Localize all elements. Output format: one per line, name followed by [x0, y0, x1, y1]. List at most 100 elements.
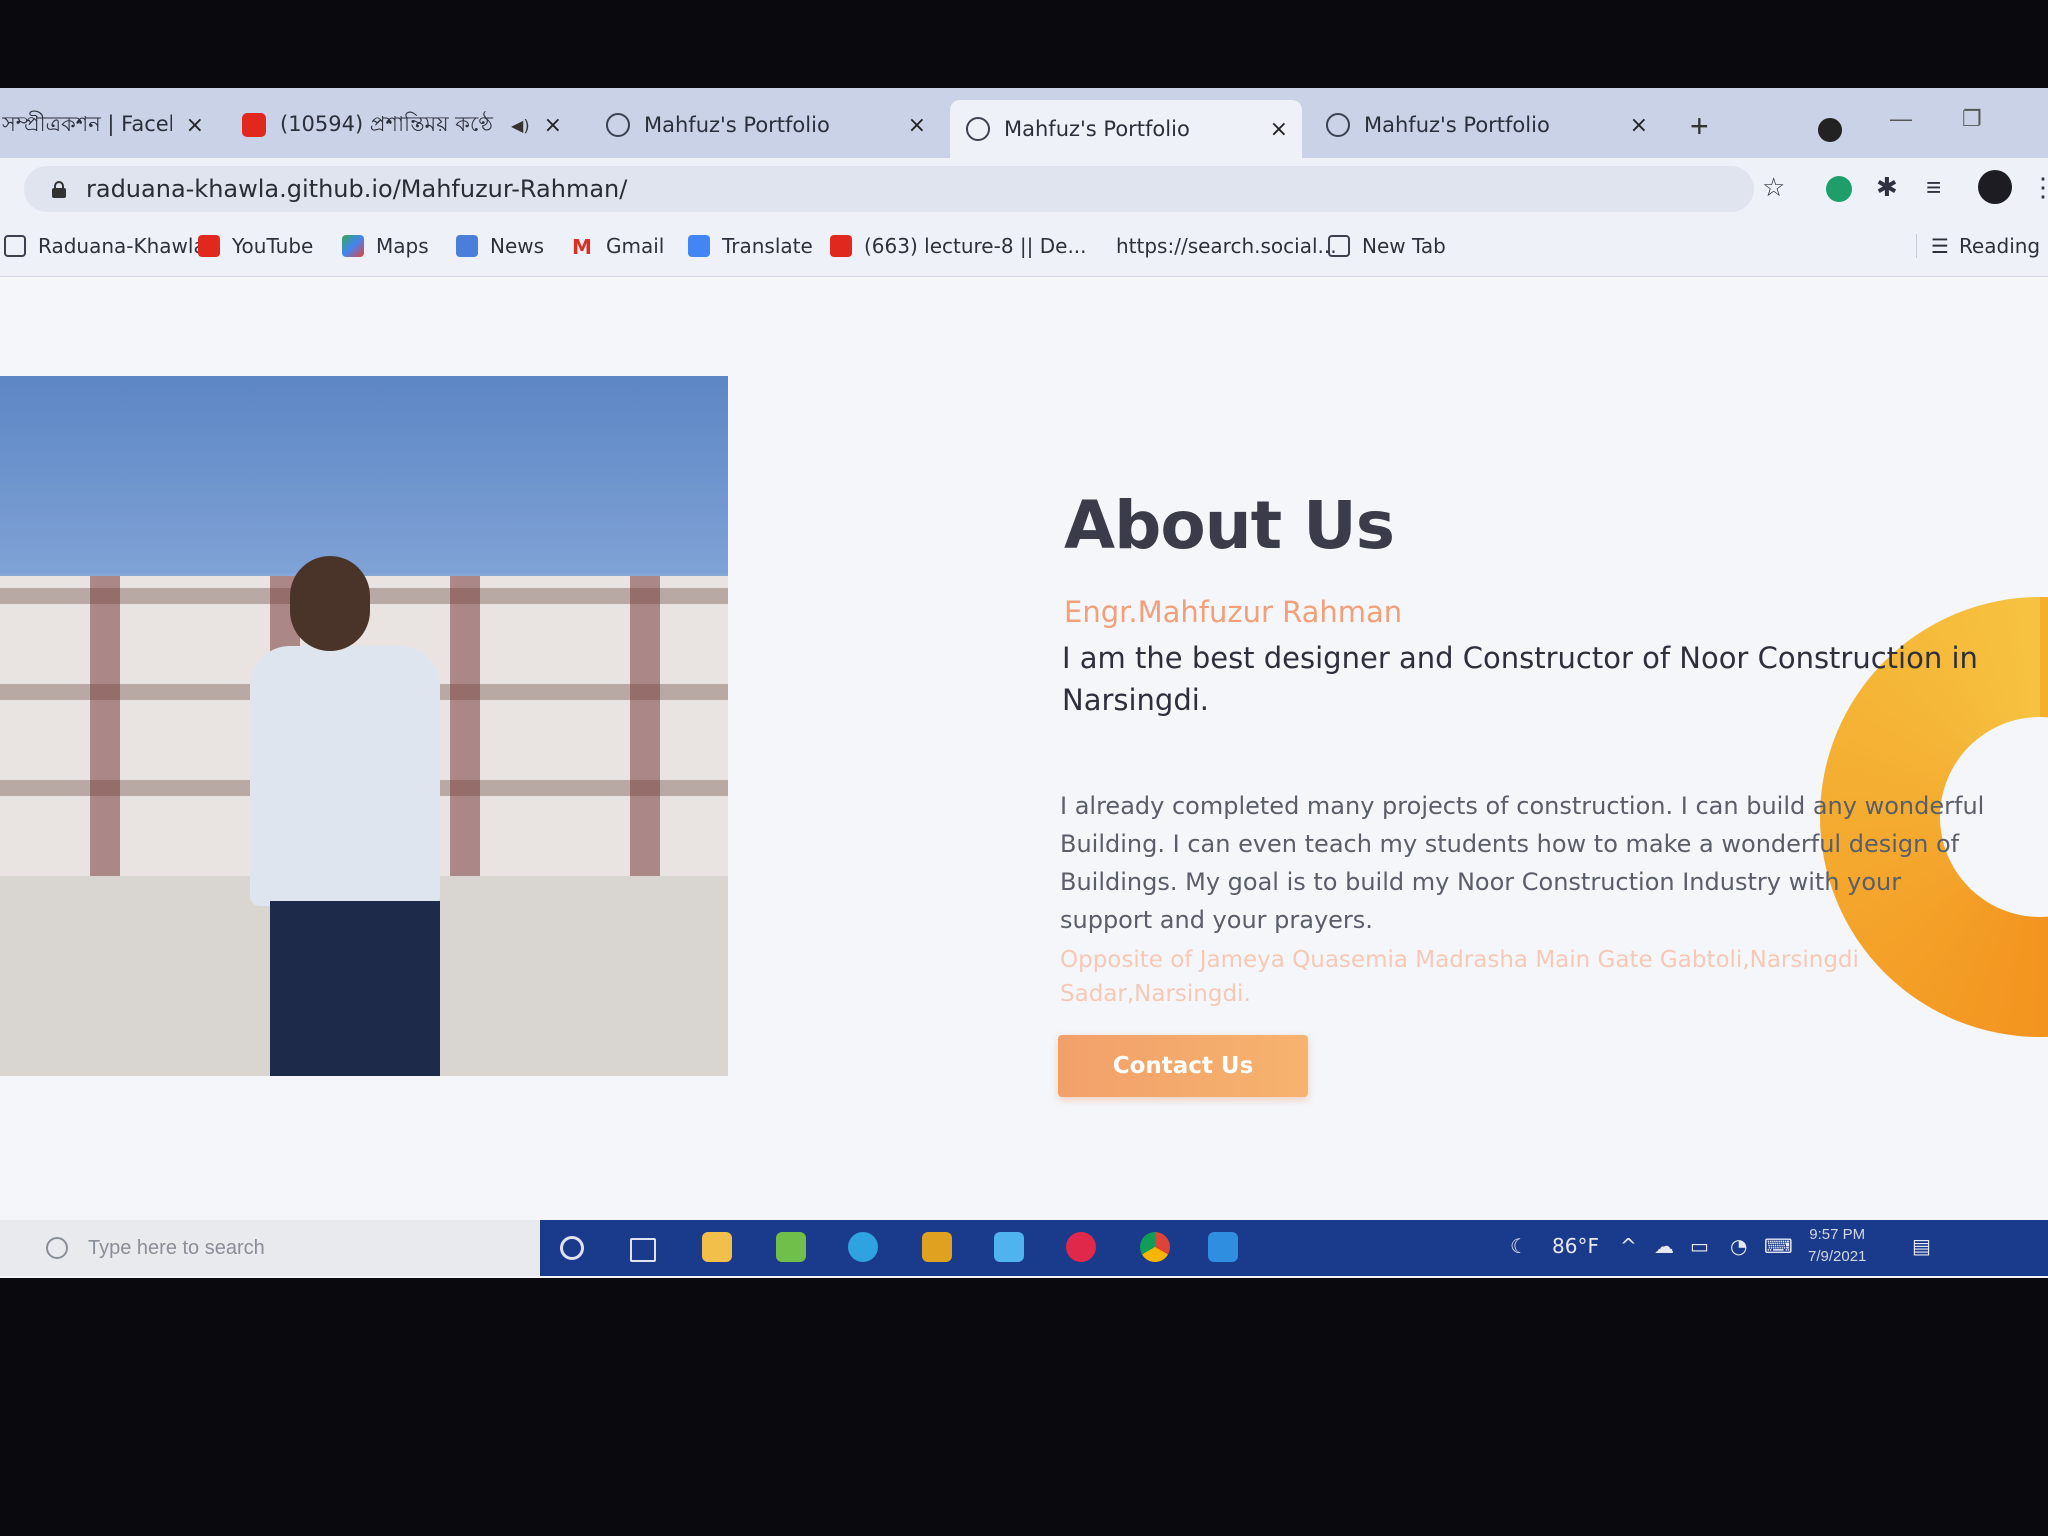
tab-youtube[interactable]: (10594) প্রশান্তিময় কণ্ঠে ◀︎) × [226, 98, 576, 152]
close-icon[interactable]: × [544, 113, 562, 138]
profile-photo [0, 376, 728, 1076]
bookmark-translate[interactable]: Translate [688, 234, 813, 258]
tab-strip: সম্প্রীত্রকশন | Facebook × (10594) প্রশা… [0, 88, 2048, 158]
notifications-icon[interactable]: ▤ [1912, 1234, 1931, 1258]
tab-label: Mahfuz's Portfolio [1364, 113, 1550, 137]
news-icon [456, 235, 478, 257]
translate-icon [688, 235, 710, 257]
opera-icon[interactable] [1066, 1232, 1096, 1262]
bookmark-news[interactable]: News [456, 234, 544, 258]
grammarly-icon[interactable] [1826, 176, 1852, 202]
close-icon[interactable]: × [1630, 113, 1648, 138]
bookmark-label: Maps [376, 234, 429, 258]
reading-list-label: Reading list [1958, 234, 2048, 258]
profile-icon[interactable] [1818, 118, 1842, 142]
keyboard-icon[interactable]: ⌨ [1764, 1234, 1793, 1258]
close-icon[interactable]: × [1270, 117, 1288, 142]
search-icon [46, 1237, 68, 1259]
address-text: Opposite of Jameya Quasemia Madrasha Mai… [1060, 947, 1859, 1007]
extensions-icon[interactable]: ✱ [1876, 172, 1898, 203]
tab-portfolio-2[interactable]: Mahfuz's Portfolio × [950, 100, 1302, 158]
vscode-icon[interactable] [1208, 1232, 1238, 1262]
person-image [250, 646, 440, 906]
bookmark-new-tab[interactable]: New Tab [1328, 234, 1446, 258]
person-head-image [290, 556, 370, 651]
bookmark-label: News [490, 234, 545, 258]
search-placeholder: Type here to search [88, 1236, 265, 1259]
cloud-icon[interactable]: ☁ [1654, 1234, 1674, 1258]
reading-queue-icon[interactable]: ≡ [1926, 172, 1941, 203]
bookmark-label: Translate [722, 234, 813, 258]
bookmark-label: Raduana-Khawla [38, 234, 206, 258]
reading-list-button[interactable]: ☰ Reading list [1916, 234, 2048, 258]
globe-icon [966, 117, 990, 141]
tab-label: (10594) প্রশান্তিময় কণ্ঠে [280, 111, 493, 136]
screen: সম্প্রীত্রকশন | Facebook × (10594) প্রশা… [0, 88, 2048, 1278]
close-icon[interactable]: × [186, 113, 204, 138]
star-icon[interactable]: ☆ [1762, 172, 1785, 203]
author-name: Engr.Mahfuzur Rahman [1064, 595, 1403, 629]
new-tab-button[interactable]: + [1690, 108, 1709, 145]
file-explorer-icon[interactable] [702, 1232, 732, 1262]
bookmark-gmail[interactable]: M Gmail [572, 234, 665, 259]
bookmark-raduana[interactable]: Raduana-Khawla [4, 234, 206, 258]
bookmark-label: https://search.social... [1116, 234, 1337, 258]
app-green-icon[interactable] [776, 1232, 806, 1262]
tab-label: Mahfuz's Portfolio [1004, 117, 1190, 141]
bio-text: I already completed many projects of con… [1060, 792, 1985, 934]
tab-label: Mahfuz's Portfolio [644, 113, 830, 137]
edge-icon[interactable] [848, 1232, 878, 1262]
cortana-icon[interactable] [560, 1236, 584, 1260]
youtube-icon [198, 235, 220, 257]
app-folder-icon[interactable] [922, 1232, 952, 1262]
app-blue-icon[interactable] [994, 1232, 1024, 1262]
page-content: About Us Engr.Mahfuzur Rahman I am the b… [0, 277, 2048, 1278]
bookmark-label: Gmail [606, 234, 665, 258]
clock[interactable]: 9:57 PM 7/9/2021 [1808, 1224, 1866, 1268]
chevron-up-icon[interactable]: ^ [1620, 1234, 1637, 1258]
bookmark-maps[interactable]: Maps [342, 234, 429, 258]
globe-icon [1326, 113, 1350, 137]
toolbar: raduana-khawla.github.io/Mahfuzur-Rahman… [0, 158, 2048, 220]
taskbar: Type here to search ☾ 86°F ^ ☁ ▭ ◔ ⌨ 9:5… [0, 1220, 2048, 1276]
bookmark-search-social[interactable]: https://search.social... [1116, 234, 1337, 258]
bookmark-label: New Tab [1362, 234, 1446, 258]
tab-portfolio-3[interactable]: Mahfuz's Portfolio × [1310, 98, 1662, 152]
bookmark-label: YouTube [232, 234, 314, 258]
weather-temp[interactable]: 86°F [1552, 1234, 1599, 1258]
chrome-icon[interactable] [1140, 1232, 1170, 1262]
weather-icon[interactable]: ☾ [1510, 1234, 1528, 1258]
lock-icon[interactable] [52, 181, 66, 198]
avatar[interactable] [1978, 170, 2012, 204]
battery-icon[interactable]: ▭ [1690, 1234, 1709, 1258]
bookmark-lecture[interactable]: (663) lecture-8 || De... [830, 234, 1087, 258]
gmail-icon: M [572, 235, 592, 259]
clock-time: 9:57 PM [1809, 1226, 1866, 1243]
maximize-icon[interactable]: ❐ [1962, 106, 1982, 132]
contact-us-button[interactable]: Contact Us [1058, 1035, 1308, 1097]
youtube-icon [242, 113, 266, 137]
reading-list-icon: ☰ [1931, 234, 1949, 258]
tab-portfolio-1[interactable]: Mahfuz's Portfolio × [590, 98, 940, 152]
address-bar[interactable]: raduana-khawla.github.io/Mahfuzur-Rahman… [24, 166, 1754, 212]
youtube-icon [830, 235, 852, 257]
globe-icon [1328, 235, 1350, 257]
menu-icon[interactable]: ⋮ [2030, 172, 2048, 203]
tab-label: সম্প্রীত্রকশন | Facebook [2, 111, 172, 136]
globe-icon [4, 235, 26, 257]
task-view-icon[interactable] [630, 1238, 656, 1262]
bookmarks-bar: Raduana-Khawla YouTube Maps News M Gmail… [0, 220, 2048, 277]
speaker-icon[interactable]: ◀︎) [511, 116, 530, 135]
tagline: I am the best designer and Constructor o… [1062, 641, 1978, 717]
person-legs-image [270, 901, 440, 1076]
bookmark-label: (663) lecture-8 || De... [864, 234, 1087, 258]
wifi-icon[interactable]: ◔ [1730, 1234, 1747, 1258]
bookmark-youtube[interactable]: YouTube [198, 234, 313, 258]
url-text[interactable]: raduana-khawla.github.io/Mahfuzur-Rahman… [86, 175, 627, 203]
taskbar-search[interactable]: Type here to search [0, 1220, 540, 1276]
maps-icon [342, 235, 364, 257]
minimize-icon[interactable]: — [1890, 106, 1912, 132]
tab-facebook[interactable]: সম্প্রীত্রকশন | Facebook × [0, 98, 218, 152]
close-icon[interactable]: × [908, 113, 926, 138]
globe-icon [606, 113, 630, 137]
